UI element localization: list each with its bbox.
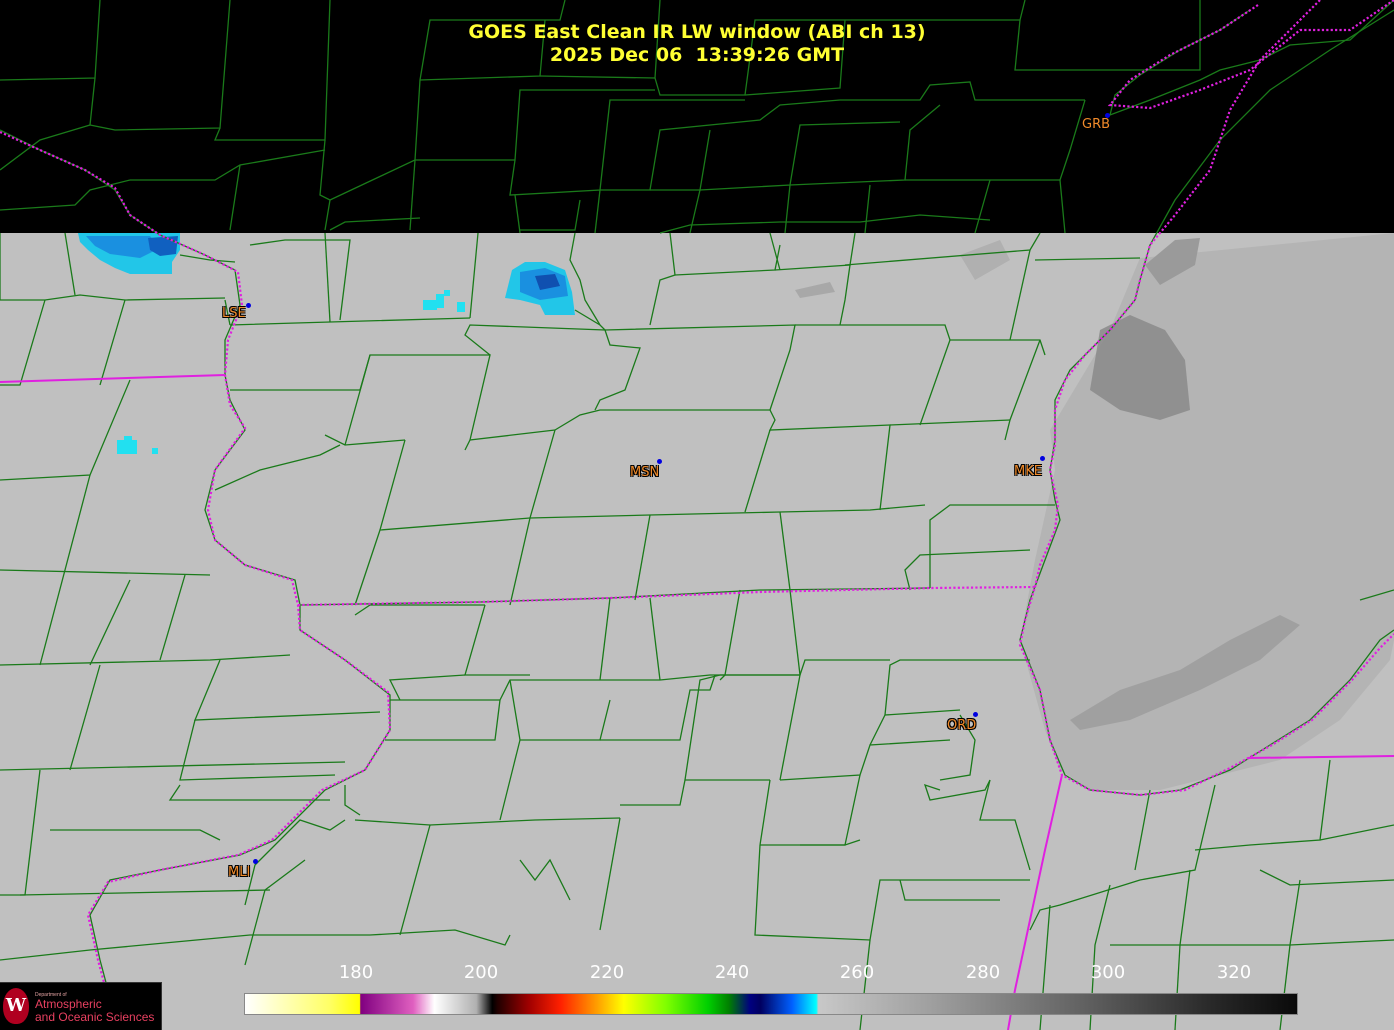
satellite-image-viewer: GOES East Clean IR LW window (ABI ch 13)… — [0, 0, 1394, 1030]
temperature-colorbar — [244, 993, 1298, 1015]
station-label-mke: MKE — [1014, 464, 1042, 479]
aos-logo: W Department of Atmospheric and Oceanic … — [0, 982, 162, 1030]
colorbar-tick: 320 — [1216, 962, 1252, 983]
logo-text-line2: and Oceanic Sciences — [35, 1010, 155, 1024]
colorbar-tick: 200 — [463, 962, 499, 983]
colorbar-tick: 180 — [338, 962, 374, 983]
station-marker-msn — [657, 459, 662, 464]
logo-text-line1: Atmospheric — [35, 997, 102, 1011]
image-timestamp: 2025 Dec 06 13:39:26 GMT — [549, 44, 845, 66]
station-label-mli: MLI — [228, 865, 251, 880]
station-label-msn: MSN — [630, 465, 660, 480]
uw-crest-icon: W — [3, 988, 29, 1024]
colorbar-tick: 220 — [589, 962, 625, 983]
satellite-map — [0, 0, 1394, 1030]
station-label-lse: LSE — [222, 306, 246, 321]
image-title: GOES East Clean IR LW window (ABI ch 13) — [468, 21, 926, 43]
station-marker-lse — [246, 303, 251, 308]
colorbar-tick: 260 — [839, 962, 875, 983]
station-marker-ord — [973, 712, 978, 717]
colorbar-tick: 280 — [965, 962, 1001, 983]
station-marker-mli — [253, 859, 258, 864]
colorbar-tick: 300 — [1090, 962, 1126, 983]
station-label-grb: GRB — [1082, 117, 1111, 132]
colorbar-tick: 240 — [714, 962, 750, 983]
station-marker-mke — [1040, 456, 1045, 461]
station-label-ord: ORD — [947, 718, 977, 733]
